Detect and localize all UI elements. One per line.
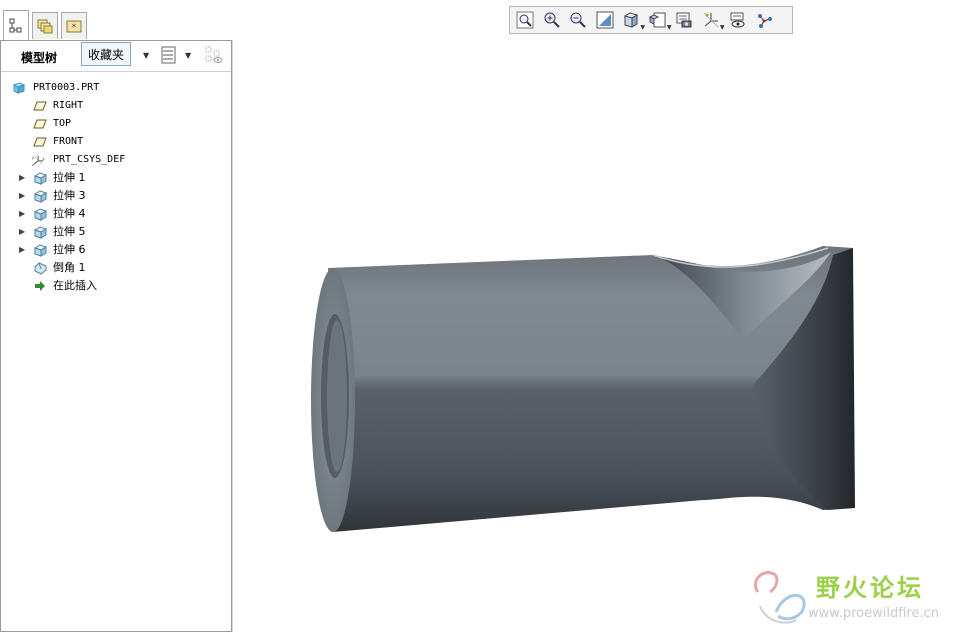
- saved-views-dropdown-arrow[interactable]: ▼: [667, 24, 672, 31]
- extrude-icon: [33, 208, 47, 221]
- view-toolbar: ▼ ▼ ▼: [509, 6, 793, 34]
- tree-item-label: 倒角 1: [53, 261, 86, 274]
- tree-item[interactable]: TOP: [1, 115, 231, 133]
- tree-root-label: PRT0003.PRT: [33, 82, 100, 93]
- svg-text:*: *: [72, 23, 77, 33]
- part-icon: [12, 82, 26, 94]
- favorites-tab[interactable]: *: [61, 12, 87, 39]
- saved-views-icon: [648, 12, 665, 28]
- refit-button[interactable]: [514, 9, 536, 31]
- expand-arrow[interactable]: ▶: [19, 223, 29, 241]
- repaint-button[interactable]: [594, 9, 616, 31]
- tree-item[interactable]: ▶ 拉伸 3: [1, 187, 231, 205]
- tree-item-label: 拉伸 1: [53, 171, 86, 184]
- tree-item-label: 拉伸 6: [53, 243, 86, 256]
- tree-item[interactable]: y x z PRT_CSYS_DEF: [1, 151, 231, 169]
- bore-inner: [327, 320, 347, 472]
- watermark-title: 野火论坛: [816, 574, 924, 602]
- svg-text:z: z: [32, 163, 34, 167]
- insert-here-arrow-icon: [35, 281, 45, 291]
- datum-display-icon: [703, 12, 718, 28]
- tree-columns-dropdown-arrow[interactable]: ▼: [185, 51, 191, 60]
- part-model-render[interactable]: [233, 40, 959, 632]
- repaint-icon: [596, 11, 613, 29]
- tree-item[interactable]: ▶ 拉伸 5: [1, 223, 231, 241]
- tree-item-label: TOP: [53, 118, 72, 129]
- datum-plane-icon: [33, 137, 47, 147]
- graphics-viewport[interactable]: [233, 40, 959, 632]
- expand-arrow[interactable]: ▶: [19, 205, 29, 223]
- zoom-out-button[interactable]: [567, 9, 589, 31]
- tree-hierarchy-icon: [9, 18, 22, 32]
- tree-item-label: PRT_CSYS_DEF: [53, 154, 126, 165]
- folder-browser-tab[interactable]: [32, 12, 58, 39]
- chamfer-icon: [34, 262, 47, 275]
- expand-arrow[interactable]: ▶: [19, 241, 29, 259]
- tree-item-label: FRONT: [53, 136, 84, 147]
- zoom-fit-icon: [516, 11, 534, 29]
- tree-item-label: RIGHT: [53, 100, 84, 111]
- panel-title: 模型树: [21, 51, 58, 65]
- expand-arrow[interactable]: ▶: [19, 187, 29, 205]
- star-folder-icon: *: [66, 20, 82, 33]
- datum-plane-icon: [33, 119, 47, 129]
- svg-text:x: x: [43, 157, 45, 161]
- extrude-icon: [33, 226, 47, 239]
- extrude-icon: [33, 172, 47, 185]
- saved-views-button[interactable]: ▼: [647, 9, 672, 31]
- tree-item[interactable]: ▶ 拉伸 6: [1, 241, 231, 259]
- zoom-in-icon: [544, 12, 560, 28]
- watermark-url: www.proewildfire.cn: [808, 606, 939, 621]
- model-tree-panel: 模型树 收藏夹 ▼ ▼ PRT0003.PRT RIGHT TOP FRONT …: [0, 40, 232, 632]
- annotation-display-icon: [730, 12, 745, 28]
- annotation-display-button[interactable]: [726, 9, 748, 31]
- tree-item[interactable]: ▶ 拉伸 4: [1, 205, 231, 223]
- display-style-button[interactable]: ▼: [620, 9, 645, 31]
- tree-item-label: 拉伸 4: [53, 207, 86, 220]
- view-manager-icon: [676, 12, 692, 28]
- spin-center-button[interactable]: [753, 9, 775, 31]
- tree-item[interactable]: ▶ 拉伸 1: [1, 169, 231, 187]
- datum-display-dropdown-arrow[interactable]: ▼: [720, 24, 725, 31]
- datum-display-button[interactable]: ▼: [700, 9, 725, 31]
- zoom-out-icon: [570, 12, 586, 28]
- tree-item-label: 拉伸 5: [53, 225, 86, 238]
- model-tree-header: 模型树 收藏夹 ▼ ▼: [1, 41, 231, 72]
- model-tree: PRT0003.PRT RIGHT TOP FRONT y x z PRT_CS…: [1, 79, 231, 295]
- tree-columns-icon[interactable]: [159, 45, 179, 65]
- settings-dropdown-arrow[interactable]: ▼: [143, 51, 149, 60]
- tree-item-label: 在此插入: [53, 279, 97, 292]
- display-style-dropdown-arrow[interactable]: ▼: [640, 24, 645, 31]
- tree-item-label: 拉伸 3: [53, 189, 86, 202]
- coordinate-system-icon: y x z: [32, 155, 45, 167]
- navigator-tabs: *: [0, 0, 232, 42]
- view-manager-button[interactable]: [673, 9, 695, 31]
- folder-icon: [37, 19, 53, 34]
- tree-item[interactable]: FRONT: [1, 133, 231, 151]
- shaded-cube-icon: [623, 12, 639, 28]
- tree-item[interactable]: 在此插入: [1, 277, 231, 295]
- zoom-in-button[interactable]: [541, 9, 563, 31]
- tree-item[interactable]: 倒角 1: [1, 259, 231, 277]
- model-tree-tab[interactable]: [3, 10, 29, 40]
- extrude-icon: [33, 244, 47, 257]
- show-hide-icon[interactable]: [204, 45, 224, 65]
- favorites-tooltip: 收藏夹: [81, 42, 132, 66]
- datum-plane-icon: [33, 101, 47, 111]
- svg-text:y: y: [32, 156, 34, 160]
- flame-logo-icon: [753, 571, 806, 624]
- tree-root[interactable]: PRT0003.PRT: [1, 79, 231, 97]
- extrude-icon: [33, 190, 47, 203]
- tree-item[interactable]: RIGHT: [1, 97, 231, 115]
- forum-watermark: 野火论坛 www.proewildfire.cn: [746, 562, 959, 632]
- expand-arrow[interactable]: ▶: [19, 169, 29, 187]
- spin-center-icon: [757, 14, 772, 28]
